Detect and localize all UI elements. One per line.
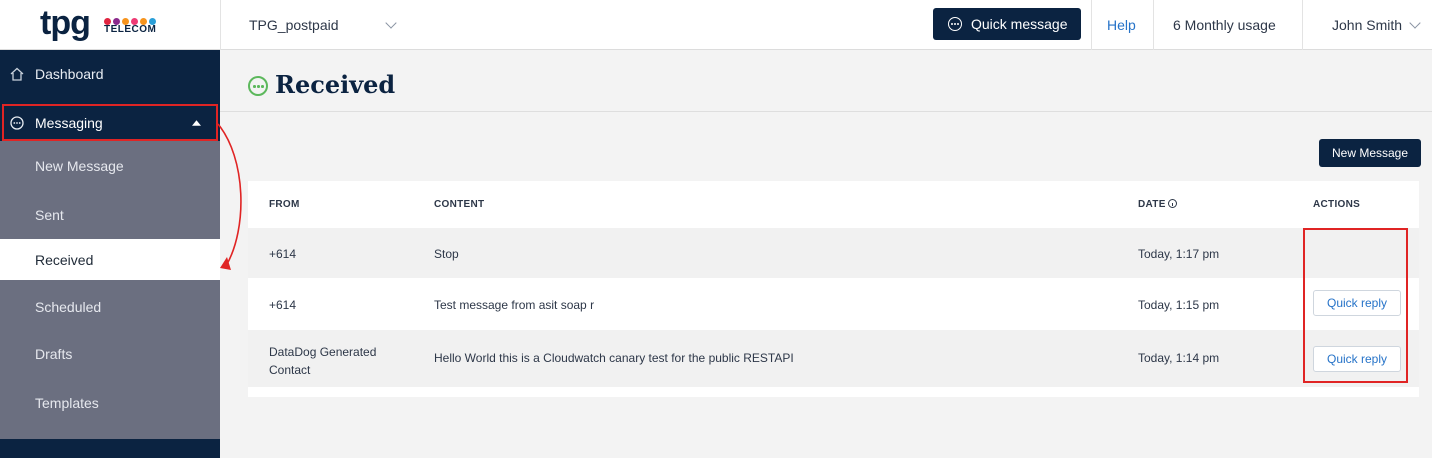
cell-from: DataDog Generated Contact xyxy=(269,343,376,379)
quick-message-button[interactable]: Quick message xyxy=(933,8,1081,40)
chat-bubble-icon xyxy=(948,17,962,31)
cell-date: Today, 1:15 pm xyxy=(1138,298,1220,312)
annotation-actions-highlight xyxy=(1303,228,1408,383)
table-row[interactable]: +614 Stop Today, 1:17 pm xyxy=(248,228,1419,278)
sidebar-item-scheduled[interactable]: Scheduled xyxy=(0,280,220,329)
sidebar-item-received[interactable]: Received xyxy=(0,239,220,280)
quick-message-label: Quick message xyxy=(971,16,1068,32)
cell-from-line1: DataDog Generated xyxy=(269,345,377,359)
help-link[interactable]: Help xyxy=(1091,0,1153,50)
messaging-submenu: New Message Sent Received Scheduled Draf… xyxy=(0,141,220,439)
logo-text: tpg xyxy=(40,4,91,42)
sidebar-item-dashboard[interactable]: Dashboard xyxy=(0,50,220,99)
new-message-button[interactable]: New Message xyxy=(1319,139,1421,167)
cell-content: Stop xyxy=(434,247,459,261)
column-header-date: DATE xyxy=(1138,199,1177,210)
column-header-from: FROM xyxy=(269,199,300,210)
sidebar-item-label: Dashboard xyxy=(35,66,104,82)
sidebar-item-label: Templates xyxy=(35,395,99,411)
page-header: Received xyxy=(220,50,1432,112)
table-row[interactable]: DataDog Generated Contact Hello World th… xyxy=(248,330,1419,387)
cell-content: Hello World this is a Cloudwatch canary … xyxy=(434,351,794,365)
monthly-usage-link[interactable]: 6 Monthly usage xyxy=(1153,0,1302,50)
annotation-messaging-highlight xyxy=(2,104,218,141)
page-title: Received xyxy=(275,70,396,99)
received-messages-table: FROM CONTENT DATE ACTIONS +614 Stop Toda… xyxy=(248,181,1419,397)
chevron-down-icon xyxy=(385,17,397,29)
sidebar-item-sent[interactable]: Sent xyxy=(0,190,220,239)
column-header-actions: ACTIONS xyxy=(1313,199,1361,210)
sidebar-item-label: Scheduled xyxy=(35,299,102,315)
logo-dots-icon xyxy=(104,12,166,25)
table-row[interactable]: +614 Test message from asit soap r Today… xyxy=(248,278,1419,330)
sidebar-item-new-message[interactable]: New Message xyxy=(0,141,220,190)
monthly-usage-label: 6 Monthly usage xyxy=(1173,17,1276,33)
sidebar-item-label: Received xyxy=(35,252,94,268)
column-header-date-label: DATE xyxy=(1138,199,1166,210)
logo-subtext: TELECOM xyxy=(104,24,157,35)
user-menu[interactable]: John Smith xyxy=(1302,0,1432,50)
cell-content: Test message from asit soap r xyxy=(434,298,595,312)
info-icon[interactable] xyxy=(1167,199,1177,208)
chat-bubble-icon xyxy=(248,76,268,96)
sidebar-item-label: Sent xyxy=(35,207,64,223)
top-bar: tpg TELECOM TPG_postpaid Quick message H… xyxy=(0,0,1432,50)
cell-from: +614 xyxy=(269,298,297,312)
cell-date: Today, 1:14 pm xyxy=(1138,351,1220,365)
account-name: TPG_postpaid xyxy=(249,17,339,33)
annotation-arrow xyxy=(217,123,242,270)
cell-date: Today, 1:17 pm xyxy=(1138,247,1220,261)
sidebar-item-templates[interactable]: Templates xyxy=(0,378,220,427)
help-label: Help xyxy=(1107,17,1136,33)
sidebar-item-label: New Message xyxy=(35,158,124,174)
user-name: John Smith xyxy=(1332,17,1403,33)
sidebar-item-label: Drafts xyxy=(35,346,73,362)
cell-from-line2: Contact xyxy=(269,363,311,377)
account-select[interactable]: TPG_postpaid xyxy=(220,0,420,50)
cell-from: +614 xyxy=(269,247,297,261)
column-header-content: CONTENT xyxy=(434,199,485,210)
home-icon xyxy=(10,67,24,81)
sidebar-item-drafts[interactable]: Drafts xyxy=(0,329,220,378)
chevron-down-icon xyxy=(1409,17,1421,29)
